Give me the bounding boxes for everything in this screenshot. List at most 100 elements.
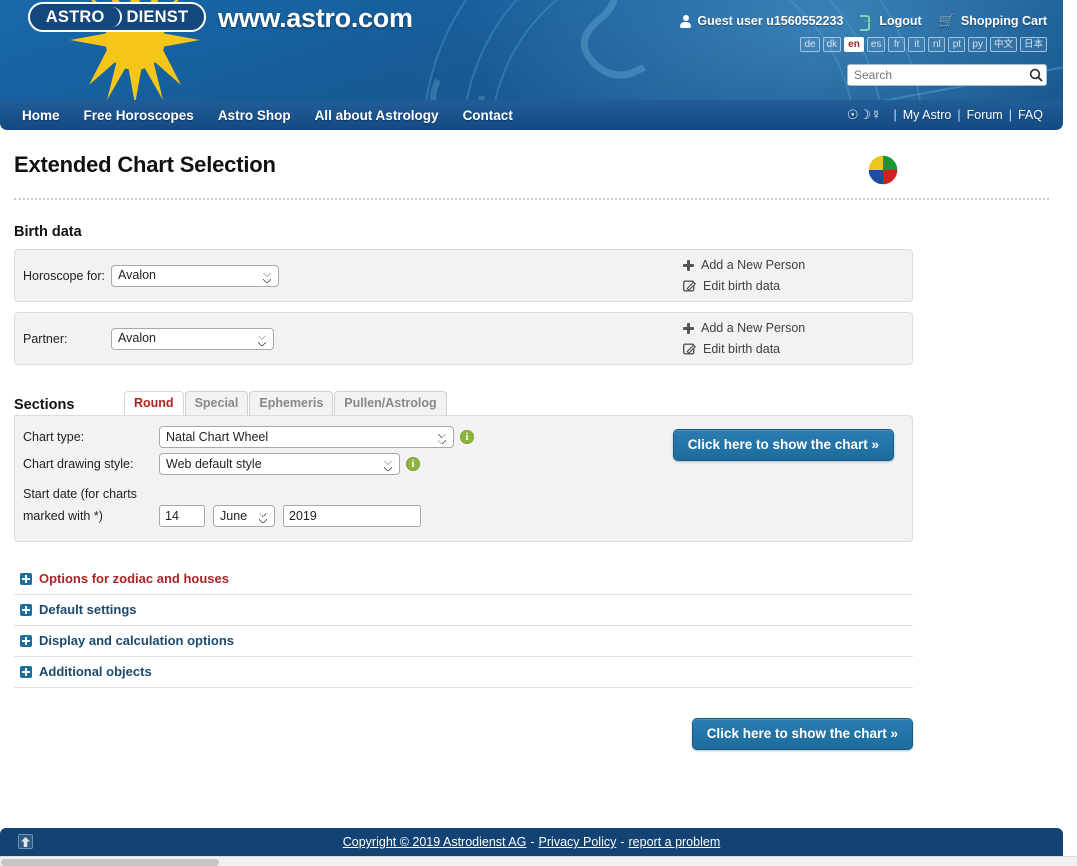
- back-to-top-button[interactable]: [18, 834, 33, 849]
- nav-item-contact[interactable]: Contact: [463, 108, 513, 123]
- user-bar: Guest user u1560552233 Logout 🛒 Shopping…: [680, 12, 1047, 31]
- nav-separator-3: |: [1008, 108, 1012, 122]
- accordion-label-zodiac-houses: Options for zodiac and houses: [39, 571, 229, 586]
- info-icon-chart-type[interactable]: i: [460, 430, 474, 444]
- edit-birth-data-button-1[interactable]: Edit birth data: [682, 279, 912, 293]
- page-root: ASTRO DIENST www.astro.com Guest user u1…: [0, 0, 1063, 856]
- search-box[interactable]: [847, 64, 1047, 86]
- edit-pencil-icon: [682, 280, 697, 292]
- show-chart-button-top[interactable]: Click here to show the chart »: [672, 429, 894, 461]
- lang-es[interactable]: es: [866, 37, 886, 52]
- nav-item-faq[interactable]: FAQ: [1018, 108, 1043, 122]
- shopping-cart-link[interactable]: Shopping Cart: [961, 14, 1047, 28]
- nav-separator-2: |: [957, 108, 961, 122]
- accordion-item-default-settings[interactable]: Default settings: [14, 595, 913, 626]
- lang-py[interactable]: py: [968, 37, 987, 52]
- guest-user-label: Guest user u1560552233: [697, 14, 844, 28]
- nav-item-astro-shop[interactable]: Astro Shop: [218, 108, 291, 123]
- horoscope-for-label: Horoscope for:: [23, 268, 105, 283]
- footer-privacy-link[interactable]: Privacy Policy: [539, 835, 617, 849]
- astrodienst-quadrant-logo-icon: [867, 154, 899, 186]
- accordion-label-additional-objects: Additional objects: [39, 664, 152, 679]
- add-new-person-button-2[interactable]: Add a New Person: [683, 321, 912, 335]
- lang-it[interactable]: it: [908, 37, 926, 52]
- birth-data-heading: Birth data: [14, 224, 82, 240]
- page-title: Extended Chart Selection: [14, 152, 276, 177]
- logo-text-astro: ASTRO: [45, 7, 105, 26]
- astrodienst-wordmark: ASTRO DIENST: [28, 2, 206, 32]
- lang-fr[interactable]: fr: [888, 37, 906, 52]
- logo-text-dienst: DIENST: [126, 7, 189, 26]
- expand-plus-icon: [20, 634, 32, 647]
- start-date-label-line2: marked with *): [23, 509, 103, 523]
- footer-separator-1: -: [530, 835, 535, 849]
- nav-separator-1: |: [893, 108, 897, 122]
- title-divider: [14, 198, 1049, 200]
- sections-tabs-row: Sections Round Special Ephemeris Pullen/…: [14, 391, 1049, 415]
- horoscope-for-select[interactable]: Avalon: [111, 264, 279, 287]
- show-chart-button-row: Click here to show the chart »: [14, 718, 913, 750]
- lang-de[interactable]: de: [800, 37, 820, 52]
- partner-select[interactable]: Avalon: [111, 327, 274, 350]
- logout-link[interactable]: Logout: [879, 14, 921, 28]
- arrow-up-icon: [21, 836, 30, 847]
- plus-icon: [683, 259, 694, 271]
- horizontal-scrollbar-thumb[interactable]: [1, 859, 219, 866]
- partner-label: Partner:: [23, 331, 68, 346]
- nav-item-free-horoscopes[interactable]: Free Horoscopes: [84, 108, 194, 123]
- nav-item-all-about-astrology[interactable]: All about Astrology: [315, 108, 439, 123]
- chart-drawing-style-select[interactable]: Web default style: [159, 453, 400, 475]
- nav-item-my-astro[interactable]: My Astro: [903, 108, 952, 122]
- add-new-person-button-1[interactable]: Add a New Person: [683, 258, 912, 272]
- add-new-person-label-1: Add a New Person: [701, 258, 806, 272]
- lang-en[interactable]: en: [844, 37, 864, 52]
- brand-url: www.astro.com: [218, 3, 413, 33]
- lang-zh[interactable]: 中文: [989, 37, 1017, 52]
- accordion-label-display-calculation: Display and calculation options: [39, 633, 235, 648]
- tab-round[interactable]: Round: [124, 391, 184, 415]
- accordion-item-display-calculation[interactable]: Display and calculation options: [14, 626, 913, 657]
- accordion-item-additional-objects[interactable]: Additional objects: [14, 657, 913, 688]
- start-date-month-select[interactable]: June: [213, 505, 275, 527]
- cart-icon[interactable]: 🛒: [939, 13, 955, 29]
- horizontal-scrollbar[interactable]: [0, 856, 1077, 866]
- plus-icon: [683, 322, 694, 334]
- lang-pt[interactable]: pt: [948, 37, 966, 52]
- main-navigation: Home Free Horoscopes Astro Shop All abou…: [0, 100, 1063, 130]
- edit-pencil-icon: [682, 343, 697, 355]
- tab-special[interactable]: Special: [184, 391, 249, 415]
- accordion-label-default-settings: Default settings: [39, 602, 137, 617]
- footer-copyright-link[interactable]: Copyright © 2019 Astrodienst AG: [343, 835, 527, 849]
- expand-plus-icon: [20, 603, 32, 616]
- lang-dk[interactable]: dk: [822, 37, 842, 52]
- search-icon[interactable]: [1026, 68, 1046, 82]
- edit-birth-data-label-1: Edit birth data: [703, 279, 781, 293]
- edit-birth-data-button-2[interactable]: Edit birth data: [682, 342, 912, 356]
- chart-type-select[interactable]: Natal Chart Wheel: [159, 426, 454, 448]
- section-panel-round: Chart type: Natal Chart Wheel i Chart dr…: [14, 415, 913, 542]
- search-input[interactable]: [848, 68, 1026, 82]
- info-icon-drawing-style[interactable]: i: [406, 457, 420, 471]
- logout-icon[interactable]: [860, 12, 873, 31]
- nav-item-forum[interactable]: Forum: [967, 108, 1003, 122]
- show-chart-button-bottom[interactable]: Click here to show the chart »: [691, 718, 913, 750]
- start-date-year-input[interactable]: [283, 505, 421, 527]
- section-tabs: Round Special Ephemeris Pullen/Astrolog: [124, 391, 448, 415]
- edit-birth-data-label-2: Edit birth data: [703, 342, 781, 356]
- chart-type-label: Chart type:: [23, 430, 85, 444]
- tab-ephemeris[interactable]: Ephemeris: [249, 391, 334, 415]
- start-date-day-input[interactable]: [159, 505, 205, 527]
- site-footer: Copyright © 2019 Astrodienst AG - Privac…: [0, 828, 1063, 856]
- nav-item-home[interactable]: Home: [22, 108, 60, 123]
- tab-pullen-astrolog[interactable]: Pullen/Astrolog: [334, 391, 447, 415]
- logo-divider: [109, 7, 122, 27]
- site-header: ASTRO DIENST www.astro.com Guest user u1…: [0, 0, 1063, 100]
- nav-secondary: ☉☽☿ | My Astro | Forum | FAQ: [847, 100, 1043, 130]
- footer-report-problem-link[interactable]: report a problem: [629, 835, 721, 849]
- lang-ja[interactable]: 日本: [1019, 37, 1047, 52]
- astrodienst-logo[interactable]: ASTRO DIENST www.astro.com: [14, 0, 413, 100]
- lang-nl[interactable]: nl: [928, 37, 946, 52]
- accordion-item-zodiac-houses[interactable]: Options for zodiac and houses: [14, 564, 913, 595]
- language-selector: de dk en es fr it nl pt py 中文 日本: [800, 37, 1047, 52]
- main-content: Extended Chart Selection Birth data Horo…: [0, 130, 1063, 750]
